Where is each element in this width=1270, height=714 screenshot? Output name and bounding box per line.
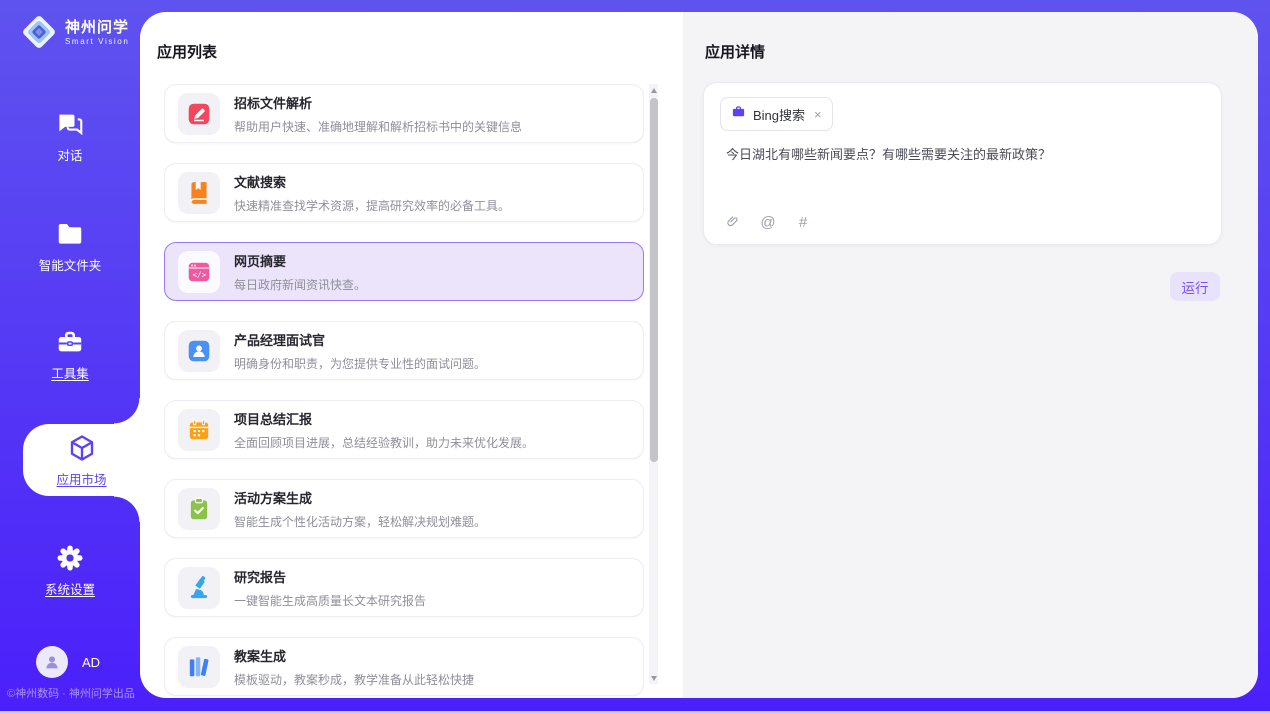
app-list-scrollbar[interactable] — [649, 84, 658, 684]
edit-square-icon — [178, 93, 220, 135]
prompt-card: Bing搜索 × 今日湖北有哪些新闻要点？有哪些需要关注的最新政策？ @# — [703, 82, 1222, 245]
main-content: 应用列表 招标文件解析 帮助用户快速、准确地理解和解析招标书中的关键信息 文献搜… — [140, 12, 1258, 698]
copyright-footer: ©神州数码 · 神州问学出品 — [7, 685, 135, 701]
microscope-icon — [178, 567, 220, 609]
at-icon[interactable]: @ — [759, 213, 777, 231]
scroll-down-arrow[interactable] — [649, 672, 658, 684]
tool-tag-label: Bing搜索 — [753, 105, 805, 124]
sidebar-item-tools[interactable]: 工具集 — [0, 322, 140, 386]
app-list-title: 应用列表 — [157, 41, 217, 62]
browser-code-icon: </> — [178, 251, 220, 293]
app-card[interactable]: 教案生成 模板驱动，教案秒成，教学准备从此轻松快捷 — [164, 637, 644, 696]
books-icon — [178, 646, 220, 688]
app-card[interactable]: 活动方案生成 智能生成个性化活动方案，轻松解决规划难题。 — [164, 479, 644, 538]
clipboard-check-icon — [178, 488, 220, 530]
app-card[interactable]: 招标文件解析 帮助用户快速、准确地理解和解析招标书中的关键信息 — [164, 84, 644, 143]
app-detail-title: 应用详情 — [705, 41, 765, 62]
gear-icon — [55, 543, 85, 573]
run-button[interactable]: 运行 — [1170, 272, 1220, 301]
avatar[interactable] — [36, 646, 68, 678]
sidebar: 神州问学 Smart Vision 对话 智能文件夹 工具集 应用市场 系统设置… — [0, 0, 140, 714]
paperclip-icon[interactable] — [724, 213, 742, 231]
sidebar-item-folders[interactable]: 智能文件夹 — [0, 214, 140, 278]
hash-icon[interactable]: # — [794, 213, 812, 231]
user-label: AD — [82, 655, 100, 670]
book-icon — [178, 172, 220, 214]
cube-icon — [67, 433, 97, 463]
app-card[interactable]: </> 网页摘要 每日政府新闻资讯快查。 — [164, 242, 644, 301]
interviewer-icon — [178, 330, 220, 372]
brand-subtitle: Smart Vision — [65, 37, 129, 46]
app-list: 招标文件解析 帮助用户快速、准确地理解和解析招标书中的关键信息 文献搜索 快速精… — [164, 84, 644, 698]
brand-diamond-icon — [20, 13, 58, 51]
app-card[interactable]: 产品经理面试官 明确身份和职责，为您提供专业性的面试问题。 — [164, 321, 644, 380]
app-card[interactable]: 研究报告 一键智能生成高质量长文本研究报告 — [164, 558, 644, 617]
app-card[interactable]: 文献搜索 快速精准查找学术资源，提高研究效率的必备工具。 — [164, 163, 644, 222]
toolbox-icon — [55, 327, 85, 357]
briefcase-icon — [731, 104, 746, 124]
sidebar-item-market[interactable]: 应用市场 — [23, 424, 140, 496]
svg-text:</>: </> — [193, 270, 207, 279]
calendar-icon — [178, 409, 220, 451]
composer-toolbar: @# — [724, 213, 812, 231]
user-row[interactable]: AD — [36, 646, 100, 678]
brand-name: 神州问学 — [65, 19, 129, 37]
folder-icon — [55, 219, 85, 249]
app-card[interactable]: 项目总结汇报 全面回顾项目进展，总结经验教训，助力未来优化发展。 — [164, 400, 644, 459]
tool-tag-bing-search[interactable]: Bing搜索 × — [720, 97, 833, 131]
scroll-thumb[interactable] — [650, 98, 658, 462]
sidebar-item-settings[interactable]: 系统设置 — [0, 538, 140, 602]
sidebar-item-chat[interactable]: 对话 — [0, 104, 140, 168]
tool-tag-close-icon[interactable]: × — [814, 108, 822, 121]
brand-logo: 神州问学 Smart Vision — [20, 13, 129, 51]
chat-icon — [55, 109, 85, 139]
scroll-up-arrow[interactable] — [649, 84, 658, 96]
app-detail-panel: 应用详情 Bing搜索 × 今日湖北有哪些新闻要点？有哪些需要关注的最新政策？ … — [683, 12, 1258, 698]
query-input[interactable]: 今日湖北有哪些新闻要点？有哪些需要关注的最新政策？ — [726, 145, 1196, 164]
